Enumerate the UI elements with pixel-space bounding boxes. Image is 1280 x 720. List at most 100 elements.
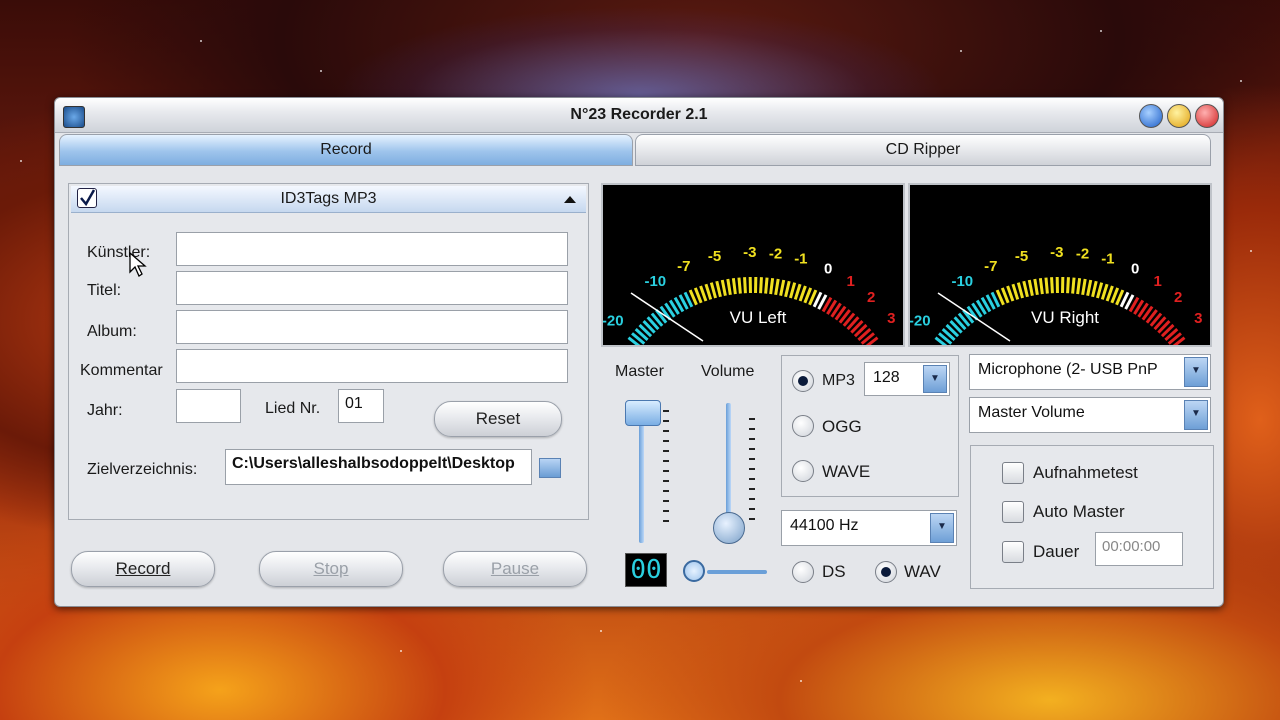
kommentar-input[interactable] [176, 349, 568, 383]
titel-input[interactable] [176, 271, 568, 305]
vu-segment [1096, 282, 1104, 299]
id3-panel: ID3Tags MP3 Künstler: Titel: Album: Komm… [68, 183, 589, 520]
vu-tick-label: 3 [887, 310, 895, 327]
vu-tick-label: -20 [910, 312, 931, 329]
aufnahmetest-checkbox[interactable] [1002, 462, 1024, 484]
bitrate-value: 128 [873, 369, 900, 386]
vu-segment [1071, 277, 1076, 294]
minimize-button[interactable] [1139, 104, 1163, 128]
vu-tick-label: -20 [603, 312, 624, 329]
lied-nr-label: Lied Nr. [265, 400, 321, 417]
vu-tick-label: -2 [769, 245, 782, 262]
dauer-checkbox[interactable] [1002, 541, 1024, 563]
chevron-down-icon[interactable]: ▼ [930, 513, 954, 543]
wav-radio[interactable] [875, 561, 897, 583]
collapse-arrow-icon[interactable] [564, 196, 576, 203]
volume-label: Volume [701, 363, 755, 380]
chevron-down-icon[interactable]: ▼ [1184, 357, 1208, 387]
vu-segment [774, 278, 780, 296]
master-label: Master [615, 363, 664, 380]
vu-segment [731, 278, 737, 295]
vu-left-scale: -20-10-7-5 -3 -2 -10123VU Left [602, 244, 895, 349]
mouse-cursor-icon [129, 252, 147, 277]
jahr-input[interactable] [176, 389, 241, 423]
tab-bar: Record CD Ripper [59, 134, 1211, 166]
vu-segment [699, 285, 708, 302]
vu-segment [1076, 278, 1082, 295]
close-button[interactable] [1195, 104, 1219, 128]
mixer-source-select[interactable]: Master Volume ▼ [969, 397, 1211, 433]
vu-segment [709, 282, 717, 299]
mp3-radio[interactable] [792, 370, 814, 392]
ogg-radio[interactable] [792, 415, 814, 437]
chevron-down-icon[interactable]: ▼ [1184, 400, 1208, 430]
chevron-down-icon[interactable]: ▼ [923, 365, 947, 393]
record-label: Record [115, 559, 171, 578]
vu-segment [798, 285, 807, 302]
timer-slider-track[interactable] [707, 570, 767, 574]
record-button[interactable]: Record [71, 551, 215, 587]
vu-tick-label: -7 [677, 258, 690, 275]
maximize-button[interactable] [1167, 104, 1191, 128]
samplerate-select[interactable]: 44100 Hz ▼ [781, 510, 957, 546]
input-device-select[interactable]: Microphone (2- USB PnP ▼ [969, 354, 1211, 390]
vu-segment [769, 278, 775, 295]
vu-tick-label: -5 [708, 248, 721, 265]
vu-segment [1022, 280, 1029, 298]
title-bar: N°23 Recorder 2.1 [55, 98, 1223, 133]
vu-tick-label: -5 [1015, 248, 1028, 265]
vu-meter-right: -20 -10 -7 -5 -3 -2 -1 0 1 2 3 VU Right [908, 183, 1212, 349]
vu-segment [743, 277, 747, 294]
vu-tick-label: 1 [1154, 273, 1162, 290]
samplerate-value: 44100 Hz [790, 517, 859, 534]
master-ticks [663, 410, 669, 528]
stop-button[interactable]: Stop [259, 551, 403, 587]
vu-segment [1038, 278, 1044, 295]
aufnahmetest-label: Aufnahmetest [1033, 463, 1138, 482]
vu-segment [793, 283, 802, 300]
master-slider-thumb-icon[interactable] [625, 400, 661, 426]
wave-radio[interactable] [792, 460, 814, 482]
vu-segment [784, 280, 791, 298]
album-input[interactable] [176, 310, 568, 344]
auto-master-label: Auto Master [1033, 502, 1125, 521]
vu-segment [1011, 283, 1020, 300]
titel-label: Titel: [87, 282, 122, 299]
format-group: MP3 128 ▼ OGG WAVE [781, 355, 959, 497]
lied-nr-input[interactable]: 01 [338, 389, 384, 423]
zielverzeichnis-input[interactable]: C:\Users\alleshalbsodoppelt\Desktop [225, 449, 532, 485]
vu-segment [1044, 277, 1049, 294]
browse-folder-button[interactable] [539, 458, 561, 478]
vu-tick-label: -2 [1076, 245, 1089, 262]
volume-speaker-knob-icon[interactable] [713, 512, 745, 544]
vu-right-scale: -20-10-7-5 -3 -2 -10123VU Right [909, 244, 1202, 349]
reset-button[interactable]: Reset [434, 401, 562, 437]
vu-meter-left: -20 -10 -7 -5 -3 -2 -1 0 1 2 3 VU Left [601, 183, 905, 349]
kuenstler-input[interactable] [176, 232, 568, 266]
ds-radio[interactable] [792, 561, 814, 583]
bitrate-select[interactable]: 128 ▼ [864, 362, 950, 396]
wav-label: WAV [904, 562, 941, 581]
timer-clock-icon[interactable] [683, 560, 705, 582]
volume-ticks [749, 418, 755, 526]
vu-tick-label: -10 [951, 273, 973, 290]
dauer-label: Dauer [1033, 542, 1080, 561]
tab-record[interactable]: Record [59, 134, 633, 166]
stop-label: Stop [313, 559, 349, 578]
vu-segment [1050, 277, 1054, 294]
tab-cd-ripper[interactable]: CD Ripper [635, 134, 1211, 166]
vu-segment [720, 279, 727, 297]
zielverzeichnis-label: Zielverzeichnis: [87, 461, 198, 478]
ds-label: DS [822, 562, 846, 581]
ogg-label: OGG [822, 417, 862, 436]
dauer-input[interactable]: 00:00:00 [1095, 532, 1183, 566]
recorder-window: N°23 Recorder 2.1 Record CD Ripper ID3Ta… [54, 97, 1224, 607]
vu-tick-label: -3 [1050, 244, 1063, 261]
auto-master-checkbox[interactable] [1002, 501, 1024, 523]
vu-tick-label: 1 [847, 273, 855, 290]
kommentar-label: Kommentar [80, 362, 163, 379]
vu-segment [1027, 279, 1034, 297]
pause-button[interactable]: Pause [443, 551, 587, 587]
vu-tick-label: 0 [1131, 261, 1139, 278]
vu-tick-label: -7 [984, 258, 997, 275]
